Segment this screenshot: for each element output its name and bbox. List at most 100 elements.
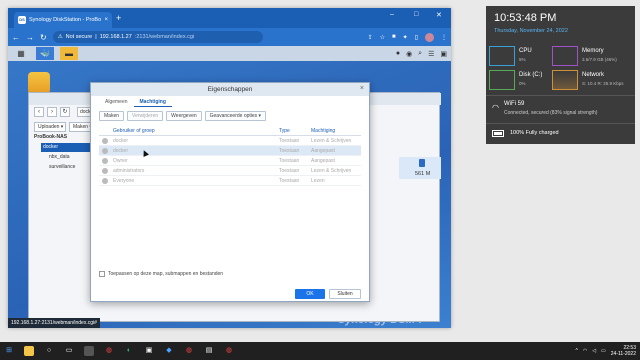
tab-general[interactable]: Algemeen: [99, 97, 134, 107]
terminal-icon[interactable]: ▣: [144, 346, 154, 356]
row-permission: Aangepast: [311, 158, 335, 164]
synology-favicon-icon: DS: [18, 16, 26, 24]
row-user: administrators: [113, 168, 145, 174]
chrome-icon[interactable]: ◍: [104, 346, 114, 356]
search-icon[interactable]: ⌕: [418, 50, 422, 58]
tree-root[interactable]: ProBook-NAS: [32, 133, 67, 142]
upload-button[interactable]: Uploaden ▾: [34, 122, 66, 132]
window-close-button[interactable]: ✕: [436, 11, 442, 19]
tree-item-nbx-data[interactable]: nbx_data: [47, 153, 70, 162]
menu-icon[interactable]: ⋮: [441, 34, 447, 41]
dsm-tray-icons: ● ◉ ⌕ ☰ ▣: [396, 50, 447, 58]
options-icon[interactable]: ☰: [428, 50, 434, 58]
browser-tab[interactable]: DS Synology DiskStation - ProBook ×: [14, 12, 112, 28]
network-metric: Network S: 10.4 R: 25.9 Kbps: [552, 70, 624, 92]
tray-battery-icon[interactable]: ▭: [601, 348, 606, 354]
edge-icon[interactable]: ◐: [124, 346, 134, 356]
dialog-tabs: Algemeen Machtiging: [99, 97, 172, 107]
permission-row[interactable]: docker Toestaan Aangepast: [99, 146, 361, 156]
url-input[interactable]: ⚠ Not secure | 192.168.1.27:2131/webman/…: [52, 31, 263, 43]
main-menu-icon[interactable]: ▦: [12, 47, 30, 60]
fs-refresh-button[interactable]: ↻: [60, 107, 70, 117]
row-type: Toestaan: [279, 168, 300, 174]
tray-chevron-icon[interactable]: ^: [575, 348, 577, 354]
file-station-app-icon[interactable]: ▬: [60, 47, 78, 60]
start-icon[interactable]: ⊞: [4, 346, 14, 356]
chrome-alt-icon[interactable]: ◍: [184, 346, 194, 356]
fs-forward-button[interactable]: ›: [47, 107, 57, 117]
reload-icon[interactable]: ↻: [40, 33, 47, 42]
dsm-taskbar: ▦ 🐳 ▬ ● ◉ ⌕ ☰ ▣: [8, 46, 451, 61]
row-type: Toestaan: [279, 158, 300, 164]
disk-label: Disk (C:): [519, 72, 543, 78]
memory-metric: Memory 3.6/7.9 GB (46%): [552, 46, 622, 68]
user-icon: [102, 138, 108, 144]
package-center-desktop-icon[interactable]: [28, 72, 50, 94]
bookmark-star-icon[interactable]: ☆: [380, 34, 385, 41]
tray-volume-icon[interactable]: ◁: [592, 348, 596, 354]
permission-row[interactable]: docker Toestaan Lezen & Schrijven: [99, 136, 361, 146]
permission-row[interactable]: Owner Toestaan Aangepast: [99, 156, 361, 166]
permission-row[interactable]: Everyone Toestaan Lezen: [99, 176, 361, 186]
browser-toolbar-icons: ⇪ ☆ ■ ✦ ▯ ⋮: [368, 32, 447, 42]
maximize-button[interactable]: □: [414, 11, 418, 18]
apply-checkbox[interactable]: [99, 271, 105, 277]
app-icon[interactable]: [84, 346, 94, 356]
url-host: 192.168.1.27: [99, 34, 132, 40]
profile-avatar[interactable]: [425, 32, 434, 42]
view-permission-button[interactable]: Weergeven: [166, 111, 202, 121]
fs-back-button[interactable]: ‹: [34, 107, 44, 117]
windows-taskbar: ⊞ ○ ▭ ◍ ◐ ▣ ◆ ◍ ▤ ◍ ^ ◠ ◁ ▭ 22:53 24-11-…: [0, 342, 640, 360]
tree-item-surveillance[interactable]: surveillance: [47, 163, 75, 172]
sidebar-icon[interactable]: ▯: [415, 34, 418, 41]
create-permission-button[interactable]: Maken: [99, 111, 125, 121]
puzzle-icon[interactable]: ✦: [403, 34, 408, 41]
wifi-name: WiFi 59: [504, 101, 525, 107]
tab-close-icon[interactable]: ×: [104, 17, 108, 23]
network-graph: [552, 70, 578, 90]
minimize-button[interactable]: –: [390, 11, 394, 18]
disk-value: 0%: [519, 81, 526, 86]
tray-wifi-icon[interactable]: ◠: [583, 348, 587, 354]
url-path: :2131/webman/index.cgi: [134, 34, 195, 40]
clock-time: 10:53:48 PM: [494, 12, 557, 24]
search-taskbar-icon[interactable]: ○: [44, 346, 54, 356]
col-type[interactable]: Type: [279, 126, 290, 136]
permissions-toolbar: Maken Verwijderen Weergeven Geavanceerde…: [99, 111, 267, 121]
back-icon[interactable]: ←: [12, 33, 20, 42]
tab-permissions[interactable]: Machtiging: [133, 97, 172, 107]
new-tab-button[interactable]: +: [116, 13, 121, 23]
dialog-close-icon[interactable]: ×: [360, 85, 364, 92]
memory-label: Memory: [582, 48, 604, 54]
col-user[interactable]: Gebruiker of groep: [113, 126, 155, 136]
monitor-app-icon[interactable]: ▤: [204, 346, 214, 356]
docker-app-icon[interactable]: 🐳: [36, 47, 54, 60]
col-permission[interactable]: Machtiging: [311, 126, 335, 136]
user-icon[interactable]: ◉: [406, 50, 412, 58]
advanced-options-button[interactable]: Geavanceerde opties ▾: [204, 111, 267, 121]
extension-icon[interactable]: ■: [392, 34, 396, 40]
task-view-icon[interactable]: ▭: [64, 346, 74, 356]
widgets-icon[interactable]: ▣: [440, 50, 447, 58]
folder-tree: ProBook-NAS docker nbx_data surveillance: [29, 133, 99, 323]
apply-recursively-option[interactable]: Toepassen op deze map, submappen en best…: [99, 271, 223, 277]
permissions-header: Gebruiker of groep Type Machtiging: [99, 126, 361, 136]
chat-icon[interactable]: ●: [396, 50, 400, 58]
tray-clock[interactable]: 22:53 24-11-2022: [611, 345, 636, 357]
vscode-icon[interactable]: ◆: [164, 346, 174, 356]
cpu-graph: [489, 46, 515, 66]
url-warning: Not secure: [65, 34, 93, 40]
delete-permission-button[interactable]: Verwijderen: [127, 111, 164, 121]
close-button[interactable]: Sluiten: [329, 289, 361, 299]
memory-value: 3.6/7.9 GB (46%): [582, 57, 617, 62]
battery-text: 100% Fully charged: [510, 130, 559, 136]
permission-row[interactable]: administrators Toestaan Lezen & Schrijve…: [99, 166, 361, 176]
share-icon[interactable]: ⇪: [368, 34, 373, 41]
chrome-profile-icon[interactable]: ◍: [224, 346, 234, 356]
forward-icon[interactable]: →: [26, 33, 34, 42]
row-user: docker: [113, 148, 129, 154]
ok-button[interactable]: OK: [295, 289, 325, 299]
apply-label: Toepassen op deze map, submappen en best…: [108, 271, 224, 277]
file-explorer-icon[interactable]: [24, 346, 34, 356]
row-permission: Lezen: [311, 178, 325, 184]
